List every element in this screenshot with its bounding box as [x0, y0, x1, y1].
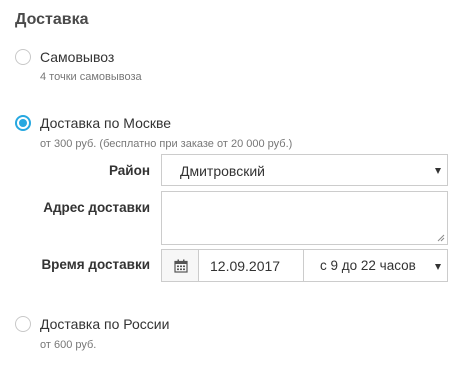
section-title: Доставка	[15, 11, 89, 28]
time-slot-select[interactable]: с 9 до 22 часов	[303, 249, 448, 282]
district-select[interactable]: Дмитровский	[161, 154, 448, 186]
russia-label[interactable]: Доставка по России	[40, 316, 169, 332]
date-input[interactable]: 12.09.2017	[198, 249, 304, 282]
moscow-radio[interactable]	[15, 115, 31, 131]
pickup-radio[interactable]	[15, 49, 31, 65]
time-slot-value: с 9 до 22 часов	[320, 258, 416, 273]
calendar-icon	[174, 259, 188, 273]
district-label: Район	[108, 163, 150, 178]
russia-radio[interactable]	[15, 316, 31, 332]
chevron-down-icon	[435, 168, 441, 174]
chevron-down-icon	[435, 264, 441, 270]
moscow-subtitle: от 300 руб. (бесплатно при заказе от 20 …	[40, 138, 293, 150]
time-label: Время доставки	[41, 257, 150, 272]
pickup-subtitle: 4 точки самовывоза	[40, 71, 142, 83]
address-label: Адрес доставки	[43, 200, 150, 215]
date-value: 12.09.2017	[210, 258, 281, 274]
resize-handle-icon[interactable]	[437, 234, 445, 242]
pickup-label[interactable]: Самовывоз	[40, 49, 114, 65]
russia-subtitle: от 600 руб.	[40, 339, 97, 351]
calendar-button[interactable]	[161, 249, 199, 282]
address-textarea[interactable]	[161, 191, 448, 245]
district-value: Дмитровский	[180, 163, 265, 179]
moscow-label[interactable]: Доставка по Москве	[40, 115, 171, 131]
